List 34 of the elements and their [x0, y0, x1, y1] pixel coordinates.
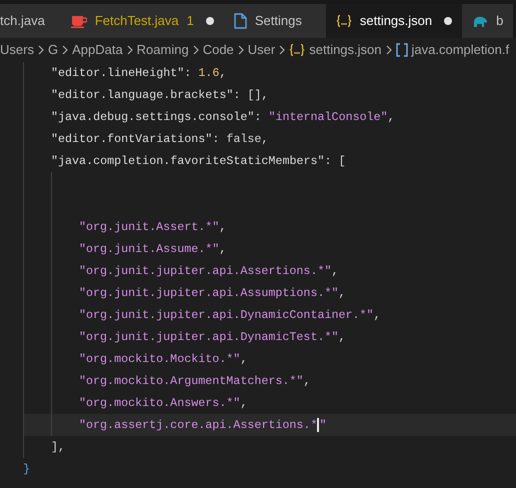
- breadcrumb-item[interactable]: G: [48, 40, 58, 60]
- code-line: "org.mockito.Mockito.*",: [79, 351, 248, 368]
- code-line: }: [23, 461, 30, 478]
- file-icon: [234, 13, 247, 29]
- elephant-icon: [472, 14, 488, 28]
- code-line: "editor.language.brackets": [],: [51, 87, 268, 104]
- breadcrumb-item[interactable]: Users: [0, 40, 34, 60]
- breadcrumb-item[interactable]: settings.json: [309, 40, 382, 60]
- breadcrumb-item[interactable]: User: [248, 40, 276, 60]
- code-line: "org.mockito.ArgumentMatchers.*",: [79, 373, 310, 390]
- brackets-icon: [396, 43, 408, 57]
- code-line: "editor.fontVariations": false,: [51, 131, 268, 148]
- code-line: "org.junit.jupiter.api.Assumptions.*",: [79, 285, 346, 302]
- code-line: "org.junit.jupiter.api.DynamicContainer.*",: [79, 307, 381, 324]
- braces-icon: [289, 43, 306, 57]
- code-line: "org.junit.Assume.*",: [79, 241, 226, 258]
- code-line: "editor.lineHeight": 1.6,: [51, 65, 226, 82]
- code-line: "java.completion.favoriteStaticMembers": [: [51, 153, 346, 170]
- breadcrumb-item[interactable]: java.completion.f: [412, 40, 510, 60]
- code-line: ],: [51, 439, 66, 456]
- editor-tab[interactable]: Settings: [224, 4, 326, 38]
- code-line: "org.junit.Assert.*",: [79, 219, 226, 236]
- breadcrumb-item[interactable]: Roaming: [136, 40, 189, 60]
- code-line: "org.junit.jupiter.api.DynamicTest.*",: [79, 329, 346, 346]
- editor-tab[interactable]: tch.java: [0, 4, 61, 38]
- breadcrumb-item[interactable]: AppData: [72, 40, 123, 60]
- code-line: "java.debug.settings.console": "internalConsole",: [51, 109, 395, 126]
- code-line: "org.junit.jupiter.api.Assertions.*",: [79, 263, 339, 280]
- braces-icon: [336, 14, 352, 28]
- code-line: "org.mockito.Answers.*",: [79, 395, 248, 412]
- cup-icon: [70, 14, 87, 28]
- editor-tab[interactable]: FetchTest.java 1: [60, 4, 224, 38]
- breadcrumb-item[interactable]: Code: [202, 40, 234, 60]
- editor-tab[interactable]: b: [462, 4, 514, 38]
